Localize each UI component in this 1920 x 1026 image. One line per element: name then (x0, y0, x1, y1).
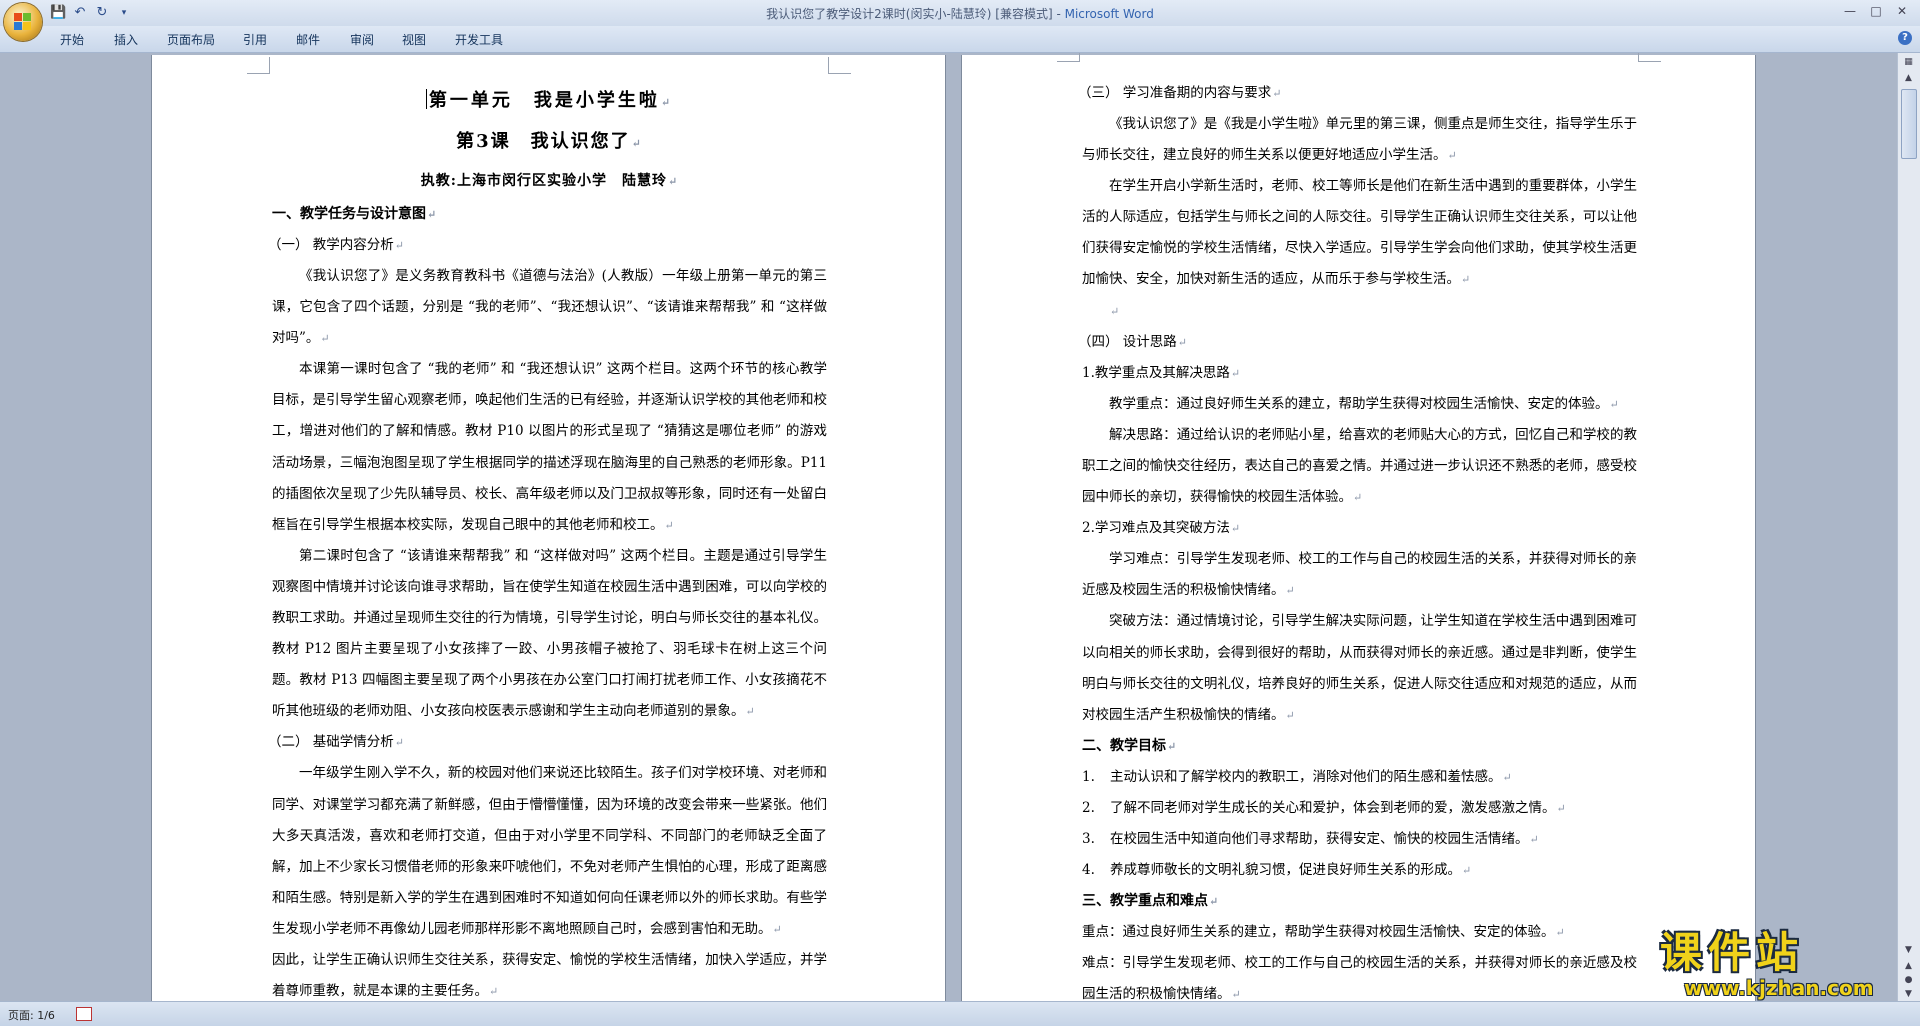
help-icon[interactable]: ? (1898, 31, 1912, 45)
paragraph: 突破方法：通过情境讨论，引导学生解决实际问题，让学生知道在学校生活中遇到困难可以… (1082, 613, 1637, 723)
subsection-heading: （三） 学习准备期的内容与要求↵ (1078, 85, 1282, 101)
tab-developer[interactable]: 开发工具 (455, 31, 503, 48)
paragraph: 重点：通过良好师生关系的建立，帮助学生获得对校园生活愉快、安定的体验。↵ (1082, 924, 1565, 941)
page-count[interactable]: 页面: 1/6 (8, 1007, 55, 1023)
paragraph: 因此，让学生正确认识师生交往关系，获得安定、愉悦的学校生活情绪，加快入学适应，并… (272, 951, 827, 1000)
scroll-down-icon[interactable]: ▼ (1901, 943, 1916, 957)
browse-object-icon[interactable]: ● (1901, 973, 1916, 987)
previous-page-icon[interactable]: ▲ (1901, 959, 1916, 973)
section-heading: 二、教学目标↵ (1082, 737, 1177, 754)
paragraph: 难点：引导学生发现老师、校工的工作与自己的校园生活的关系，并获得对师长的亲近感及… (1082, 955, 1637, 1001)
tab-mailings[interactable]: 邮件 (296, 31, 320, 48)
paragraph: 解决思路：通过给认识的老师贴小星，给喜欢的老师贴大心的方式，回忆自己和学校的教职… (1082, 426, 1637, 506)
page-right: （三） 学习准备期的内容与要求↵ 《我认识您了》是《我是小学生啦》单元里的第三课… (962, 53, 1755, 1001)
paragraph: 第二课时包含了 “该请谁来帮帮我” 和 “这样做对吗” 这两个栏目。主题是通过引… (272, 547, 827, 720)
ruler-toggle-icon[interactable]: ▦ (1901, 55, 1916, 69)
scroll-up-icon[interactable]: ▲ (1901, 71, 1916, 85)
page-left: 第一单元 我是小学生啦↵ 第3课 我认识您了↵ 执教:上海市闵行区实验小学 陆慧… (152, 55, 945, 1001)
empty-paragraph: ↵ (1110, 304, 1120, 318)
margin-corner-mark (828, 57, 851, 74)
status-bar: 页面: 1/6 (0, 1001, 1920, 1026)
next-page-icon[interactable]: ▼ (1901, 987, 1916, 1001)
watermark-url: www.kjzhan.com (1684, 976, 1874, 1000)
tab-insert[interactable]: 插入 (114, 31, 138, 48)
app-name: Microsoft Word (1064, 7, 1154, 21)
subsection-heading: （一） 教学内容分析↵ (268, 237, 405, 253)
ribbon-tabs: 开始 插入 页面布局 引用 邮件 审阅 视图 开发工具 ? (0, 26, 1920, 53)
numbered-heading: 1.教学重点及其解决思路↵ (1082, 364, 1241, 381)
list-item: 1. 主动认识和了解学校内的教职工，消除对他们的陌生感和羞怯感。↵ (1082, 768, 1512, 785)
site-watermark: 课件站 www.kjzhan.com (1660, 928, 1900, 1001)
office-button[interactable] (4, 3, 42, 41)
paragraph: 教学重点：通过良好师生关系的建立，帮助学生获得对校园生活愉快、安定的体验。↵ (1109, 395, 1619, 412)
page-right-content[interactable]: （三） 学习准备期的内容与要求↵ 《我认识您了》是《我是小学生啦》单元里的第三课… (1078, 78, 1637, 1001)
tab-page-layout[interactable]: 页面布局 (167, 31, 215, 48)
watermark-text: 课件站 (1660, 928, 1805, 977)
tab-references[interactable]: 引用 (243, 31, 267, 48)
lesson-title: 第3课 我认识您了↵ (456, 131, 643, 152)
title-bar: 💾 ↶ ↻ ▾ 我认识您了教学设计2课时(闵实小-陆慧玲) [兼容模式] - M… (0, 0, 1920, 27)
margin-corner-mark (1057, 53, 1080, 62)
paragraph: 在学生开启小学新生活时，老师、校工等师长是他们在新生活中遇到的重要群体，小学生活… (1082, 178, 1637, 288)
scroll-thumb[interactable] (1901, 89, 1917, 159)
paragraph: 《我认识您了》是义务教育教科书《道德与法治》(人教版）一年级上册第一单元的第三课… (272, 268, 827, 347)
subsection-heading: （二） 基础学情分析↵ (268, 734, 405, 751)
paragraph: 《我认识您了》是《我是小学生啦》单元里的第三课，侧重点是师生交往，指导学生乐于与… (1082, 116, 1637, 164)
minimize-icon[interactable]: — (1838, 2, 1862, 20)
vertical-scrollbar[interactable]: ▦ ▲ ▼ ▲ ● ▼ (1897, 53, 1920, 1001)
document-title: 我认识您了教学设计2课时(闵实小-陆慧玲) [兼容模式] - (766, 7, 1065, 21)
margin-corner-mark (247, 57, 270, 74)
paragraph: 学习难点：引导学生发现老师、校工的工作与自己的校园生活的关系，并获得对师长的亲近… (1082, 551, 1637, 599)
paragraph: 本课第一课时包含了 “我的老师” 和 “我还想认识” 这两个栏目。这两个环节的核… (272, 361, 827, 533)
subsection-heading: （四） 设计思路↵ (1078, 333, 1188, 350)
tab-home[interactable]: 开始 (60, 31, 84, 48)
text-cursor (425, 89, 427, 109)
page-left-content[interactable]: 第一单元 我是小学生啦↵ 第3课 我认识您了↵ 执教:上海市闵行区实验小学 陆慧… (268, 82, 827, 1001)
window-controls: — □ ✕ (1838, 2, 1914, 20)
numbered-heading: 2.学习难点及其突破方法↵ (1082, 520, 1241, 537)
section-heading: 三、教学重点和难点↵ (1082, 893, 1219, 910)
list-item: 3. 在校园生活中知道向他们寻求帮助，获得安定、愉快的校园生活情绪。↵ (1082, 830, 1539, 847)
window-title: 我认识您了教学设计2课时(闵实小-陆慧玲) [兼容模式] - Microsoft… (0, 5, 1920, 22)
author-line: 执教:上海市闵行区实验小学 陆慧玲↵ (420, 173, 679, 189)
proofing-icon[interactable] (76, 1007, 92, 1021)
list-item: 4. 养成尊师敬长的文明礼貌习惯，促进良好师生关系的形成。↵ (1082, 862, 1472, 879)
close-icon[interactable]: ✕ (1890, 2, 1914, 20)
margin-corner-mark (1638, 53, 1661, 62)
unit-title: 第一单元 我是小学生啦↵ (272, 82, 827, 122)
tab-review[interactable]: 审阅 (350, 31, 374, 48)
office-logo-icon (14, 13, 32, 31)
tab-view[interactable]: 视图 (402, 31, 426, 48)
section-heading: 一、教学任务与设计意图↵ (272, 206, 437, 222)
document-workspace: 第一单元 我是小学生啦↵ 第3课 我认识您了↵ 执教:上海市闵行区实验小学 陆慧… (0, 53, 1898, 1001)
maximize-icon[interactable]: □ (1864, 2, 1888, 20)
list-item: 2. 了解不同老师对学生成长的关心和爱护，体会到老师的爱，激发感激之情。↵ (1082, 799, 1566, 816)
paragraph: 一年级学生刚入学不久，新的校园对他们来说还比较陌生。孩子们对学校环境、对老师和同… (272, 765, 827, 937)
